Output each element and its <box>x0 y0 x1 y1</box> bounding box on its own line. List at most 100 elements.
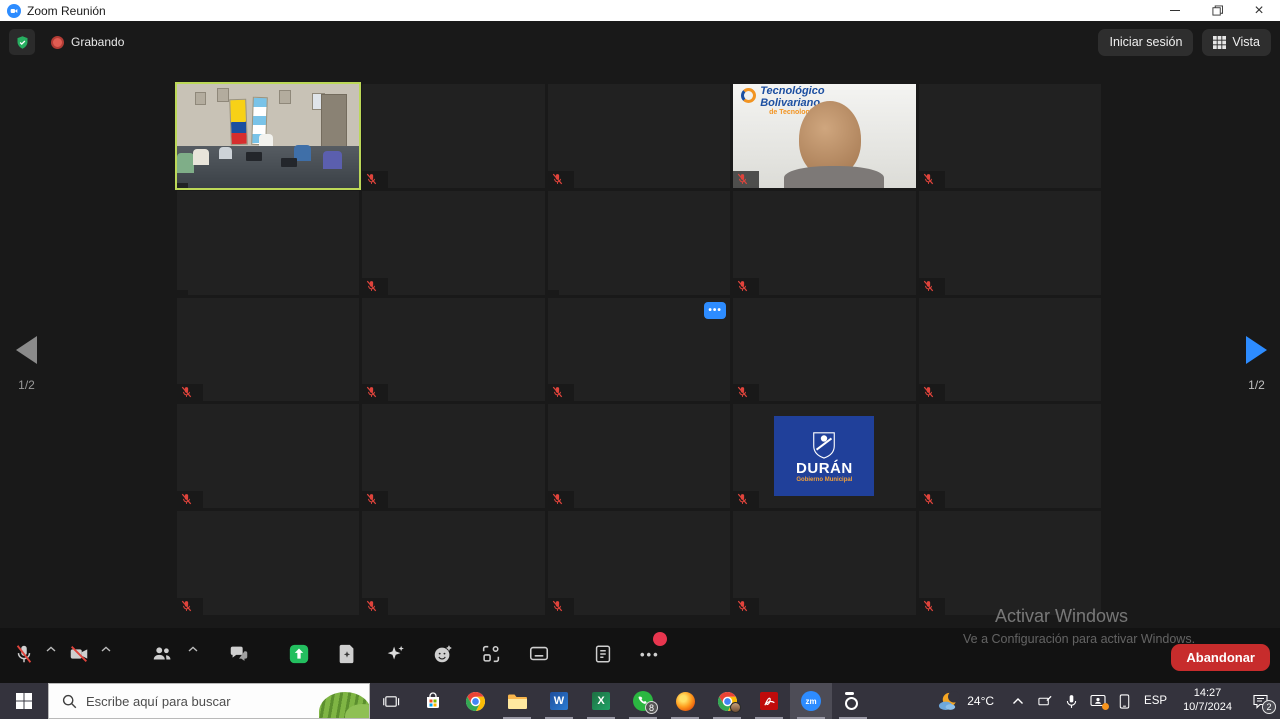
screen-share-icon[interactable] <box>1090 694 1106 708</box>
task-view-button[interactable] <box>370 683 412 719</box>
reactions-icon <box>432 643 454 665</box>
participant-tile[interactable] <box>548 511 730 615</box>
profile-avatar <box>730 702 741 713</box>
taskbar-app-firefox[interactable] <box>664 683 706 719</box>
participant-tile[interactable] <box>177 84 359 188</box>
toolbar-ai-button[interactable] <box>371 628 419 683</box>
taskbar-app-file-explorer[interactable] <box>496 683 538 719</box>
participant-tile[interactable] <box>362 191 544 295</box>
toolbar-whiteboards-button[interactable] <box>515 628 563 683</box>
participant-tile[interactable] <box>919 404 1101 508</box>
participant-tile[interactable]: ••• <box>548 298 730 402</box>
participant-tile[interactable] <box>733 298 915 402</box>
participant-tile[interactable] <box>177 511 359 615</box>
mic-muted-icon <box>923 280 934 292</box>
taskbar-search-input[interactable]: Escribe aquí para buscar <box>48 683 370 719</box>
mic-muted-icon <box>923 386 934 398</box>
participant-tile[interactable]: TecnológicoBolivarianode Tecnología <box>733 84 915 188</box>
taskbar-app-whatsapp[interactable]: 8 <box>622 683 664 719</box>
windows-taskbar: Escribe aquí para buscar WX8zm 24°C ESP … <box>0 683 1280 719</box>
next-page-arrow-icon <box>1246 336 1267 364</box>
taskbar-app-acrobat[interactable] <box>748 683 790 719</box>
participants-icon <box>151 643 173 665</box>
mic-muted-icon <box>737 493 748 505</box>
participants-grid: TecnológicoBolivarianode Tecnología ••• DU… <box>177 84 1101 615</box>
participant-tile[interactable] <box>362 404 544 508</box>
toolbar-share-button[interactable] <box>275 628 323 683</box>
participant-name-label <box>362 171 388 188</box>
taskbar-app-excel[interactable]: X <box>580 683 622 719</box>
whiteboard-icon <box>528 643 550 665</box>
participant-tile[interactable] <box>919 511 1101 615</box>
participant-tile[interactable] <box>362 84 544 188</box>
restore-icon[interactable] <box>1196 0 1238 21</box>
zoom-app-icon <box>7 4 21 18</box>
recording-indicator[interactable]: Grabando <box>51 35 124 49</box>
toolbar-notes-button[interactable] <box>579 628 627 683</box>
participant-tile[interactable] <box>362 511 544 615</box>
mic-muted-icon <box>552 173 563 185</box>
phone-link-icon[interactable] <box>1119 694 1130 709</box>
leave-meeting-button[interactable]: Abandonar <box>1171 644 1270 671</box>
participant-tile[interactable] <box>733 511 915 615</box>
participant-tile[interactable] <box>919 84 1101 188</box>
close-icon[interactable]: × <box>1238 0 1280 21</box>
tile-more-options-button[interactable]: ••• <box>704 302 726 319</box>
sign-in-label: Iniciar sesión <box>1109 35 1182 49</box>
view-label: Vista <box>1232 35 1260 49</box>
taskbar-app-microsoft-store[interactable] <box>412 683 454 719</box>
participant-tile[interactable] <box>548 191 730 295</box>
taskbar-app-zoom[interactable]: zm <box>790 683 832 719</box>
toolbar-video-button[interactable] <box>55 628 110 683</box>
toolbar-summary-button[interactable] <box>323 628 371 683</box>
language-indicator[interactable]: ESP <box>1136 683 1175 719</box>
gallery-prev-page[interactable]: 1/2 <box>16 336 37 392</box>
video-options-chevron-icon[interactable] <box>101 643 111 655</box>
weather-widget[interactable]: 24°C <box>925 683 1006 719</box>
taskbar-app-word[interactable]: W <box>538 683 580 719</box>
participant-tile[interactable]: DURÁNGobierno Municipal <box>733 404 915 508</box>
participant-tile[interactable] <box>177 191 359 295</box>
chevron-up-icon[interactable] <box>1012 697 1024 705</box>
taskbar-clock[interactable]: 14:27 10/7/2024 <box>1175 683 1240 719</box>
view-button[interactable]: Vista <box>1202 29 1271 56</box>
participant-name-label <box>919 278 945 295</box>
tablet-pen-icon[interactable] <box>1037 694 1053 709</box>
clock-time: 14:27 <box>1183 687 1232 701</box>
participant-tile[interactable] <box>362 298 544 402</box>
security-shield-icon[interactable] <box>9 29 35 55</box>
participant-name-label <box>733 491 759 508</box>
mic-muted-icon <box>366 173 377 185</box>
excel-icon: X <box>592 692 610 710</box>
toolbar-reactions-button[interactable] <box>419 628 467 683</box>
toolbar-apps-button[interactable] <box>467 628 515 683</box>
microphone-icon[interactable] <box>1066 694 1077 709</box>
participant-tile[interactable] <box>177 298 359 402</box>
sign-in-button[interactable]: Iniciar sesión <box>1098 29 1193 56</box>
toolbar-audio-button[interactable] <box>0 628 55 683</box>
start-button[interactable] <box>0 683 48 719</box>
gallery-next-page[interactable]: 1/2 <box>1246 336 1267 392</box>
participant-tile[interactable] <box>177 404 359 508</box>
toolbar-more-button[interactable]: ••• <box>627 628 673 683</box>
participant-tile[interactable] <box>548 84 730 188</box>
taskbar-app-chrome-profile[interactable] <box>706 683 748 719</box>
participant-name-label <box>362 278 388 295</box>
task-view-icon <box>383 694 400 709</box>
taskbar-app-opera[interactable] <box>832 683 874 719</box>
toolbar-qa-button[interactable] <box>215 628 263 683</box>
participant-tile[interactable] <box>919 298 1101 402</box>
participant-name-label <box>362 491 388 508</box>
toolbar-participants-button[interactable] <box>138 628 197 683</box>
notification-center-button[interactable]: 2 <box>1240 683 1280 719</box>
participant-tile[interactable] <box>919 191 1101 295</box>
participants-options-chevron-icon[interactable] <box>188 643 198 655</box>
share-screen-icon <box>288 643 310 665</box>
taskbar-app-chrome[interactable] <box>454 683 496 719</box>
mic-muted-icon <box>923 173 934 185</box>
participant-name-label <box>733 384 759 401</box>
participant-tile[interactable] <box>733 191 915 295</box>
minimize-icon[interactable] <box>1154 0 1196 21</box>
participant-tile[interactable] <box>548 404 730 508</box>
taskbar-apps: WX8 zm <box>412 683 874 719</box>
